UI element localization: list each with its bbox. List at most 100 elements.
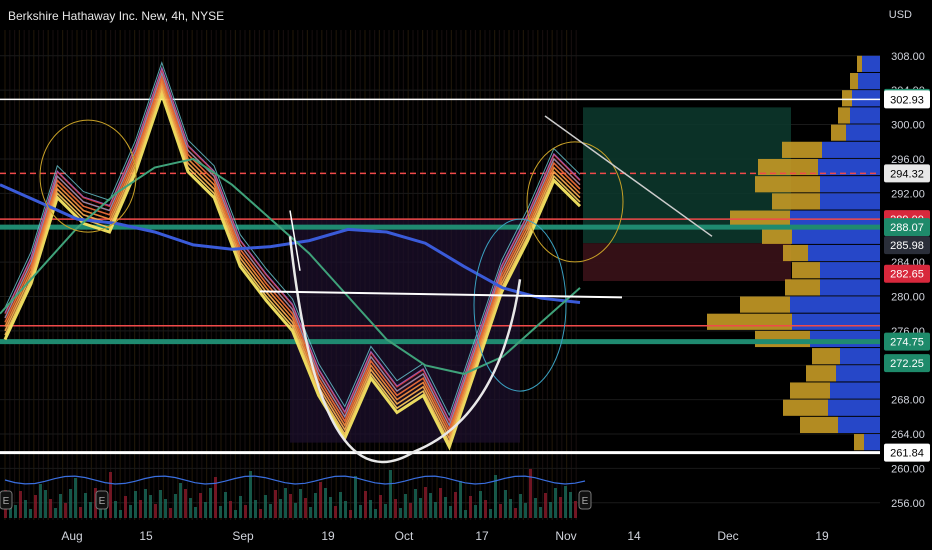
- x-tick-label: 19: [815, 529, 829, 543]
- price-tag-label: 274.75: [890, 337, 924, 349]
- volume-bar: [359, 505, 362, 518]
- volume-bar: [69, 489, 72, 518]
- volume-bar: [544, 493, 547, 518]
- volume-profile-buy: [782, 141, 822, 158]
- volume-bar: [324, 488, 327, 518]
- volume-profile-buy: [758, 158, 818, 176]
- volume-bar: [219, 506, 222, 518]
- volume-bar: [464, 510, 467, 518]
- y-tick-label: 264.00: [891, 429, 925, 441]
- volume-profile-sell: [850, 107, 880, 124]
- volume-bar: [124, 496, 127, 518]
- volume-profile-buy: [854, 434, 864, 451]
- volume-profile-sell: [822, 141, 880, 158]
- y-tick-label: 300.00: [891, 120, 925, 132]
- volume-bar: [539, 507, 542, 518]
- volume-bar: [314, 493, 317, 518]
- volume-bar: [549, 502, 552, 518]
- price-tag-label: 272.25: [890, 358, 924, 370]
- volume-bar: [304, 498, 307, 518]
- volume-bar: [19, 491, 22, 518]
- volume-profile-sell: [864, 434, 880, 451]
- volume-bar: [434, 502, 437, 518]
- volume-profile-sell: [858, 72, 880, 90]
- volume-bar: [79, 507, 82, 518]
- volume-profile-sell: [820, 279, 880, 296]
- volume-bar: [344, 501, 347, 518]
- volume-bar: [454, 492, 457, 518]
- volume-profile-sell: [792, 313, 880, 330]
- volume-bar: [279, 499, 282, 518]
- x-tick-label: 17: [475, 529, 489, 543]
- volume-bar: [534, 498, 537, 518]
- volume-bar: [349, 510, 352, 518]
- volume-profile-buy: [790, 382, 830, 399]
- volume-bar: [149, 495, 152, 518]
- volume-bar: [409, 503, 412, 518]
- volume-bar: [184, 489, 187, 518]
- volume-bar: [234, 510, 237, 518]
- volume-bar: [179, 483, 182, 518]
- price-tag-label: 282.65: [890, 269, 924, 281]
- volume-bar: [164, 499, 167, 518]
- price-chart[interactable]: 256.00260.00264.00268.00272.00276.00280.…: [0, 0, 932, 550]
- volume-bar: [174, 494, 177, 518]
- volume-bar: [144, 489, 147, 518]
- price-tag-label: 288.07: [890, 222, 924, 234]
- volume-profile-sell: [808, 244, 880, 262]
- volume-bar: [89, 502, 92, 518]
- volume-profile-sell: [838, 416, 880, 434]
- volume-bar: [414, 489, 417, 518]
- volume-bar: [419, 498, 422, 518]
- volume-bar: [34, 495, 37, 518]
- y-tick-label: 296.00: [891, 154, 925, 166]
- volume-bar: [309, 507, 312, 518]
- volume-profile-sell: [810, 330, 880, 348]
- volume-bar: [159, 490, 162, 518]
- x-tick-label: Nov: [555, 529, 576, 543]
- volume-bar: [504, 490, 507, 518]
- volume-bar: [39, 484, 42, 518]
- volume-profile-buy: [783, 399, 828, 416]
- volume-bar: [489, 509, 492, 518]
- volume-bar: [384, 504, 387, 518]
- volume-bar: [24, 500, 27, 518]
- y-tick-label: 292.00: [891, 188, 925, 200]
- volume-bar: [389, 470, 392, 518]
- volume-bar: [369, 500, 372, 518]
- volume-bar: [209, 488, 212, 518]
- volume-bar: [394, 499, 397, 518]
- volume-bar: [224, 492, 227, 518]
- volume-bar: [44, 490, 47, 518]
- volume-bar: [239, 496, 242, 518]
- volume-profile-buy: [806, 365, 836, 382]
- price-tag-label: 261.84: [890, 448, 924, 460]
- currency-label: USD: [888, 9, 912, 21]
- volume-bar: [444, 497, 447, 518]
- volume-bar: [274, 490, 277, 518]
- volume-profile-buy: [842, 90, 852, 107]
- volume-bar: [574, 501, 577, 518]
- volume-profile-sell: [862, 55, 880, 72]
- volume-profile-buy: [755, 176, 820, 193]
- volume-bar: [119, 510, 122, 518]
- volume-profile-buy: [762, 227, 792, 244]
- x-tick-label: 19: [321, 529, 335, 543]
- short-position-zone: [583, 243, 791, 282]
- volume-profile-buy: [755, 330, 810, 348]
- volume-bar: [339, 492, 342, 518]
- volume-bar: [354, 476, 357, 518]
- volume-bar: [254, 500, 257, 518]
- volume-bar: [114, 501, 117, 518]
- volume-bar: [439, 488, 442, 518]
- volume-bar: [319, 482, 322, 518]
- volume-bar: [449, 506, 452, 518]
- volume-bar: [379, 495, 382, 518]
- x-tick-label: 14: [627, 529, 641, 543]
- volume-bar: [424, 487, 427, 518]
- volume-bar: [334, 506, 337, 518]
- volume-bar: [154, 504, 157, 518]
- volume-bar: [474, 505, 477, 518]
- volume-bar: [329, 497, 332, 518]
- volume-profile-buy: [707, 313, 792, 330]
